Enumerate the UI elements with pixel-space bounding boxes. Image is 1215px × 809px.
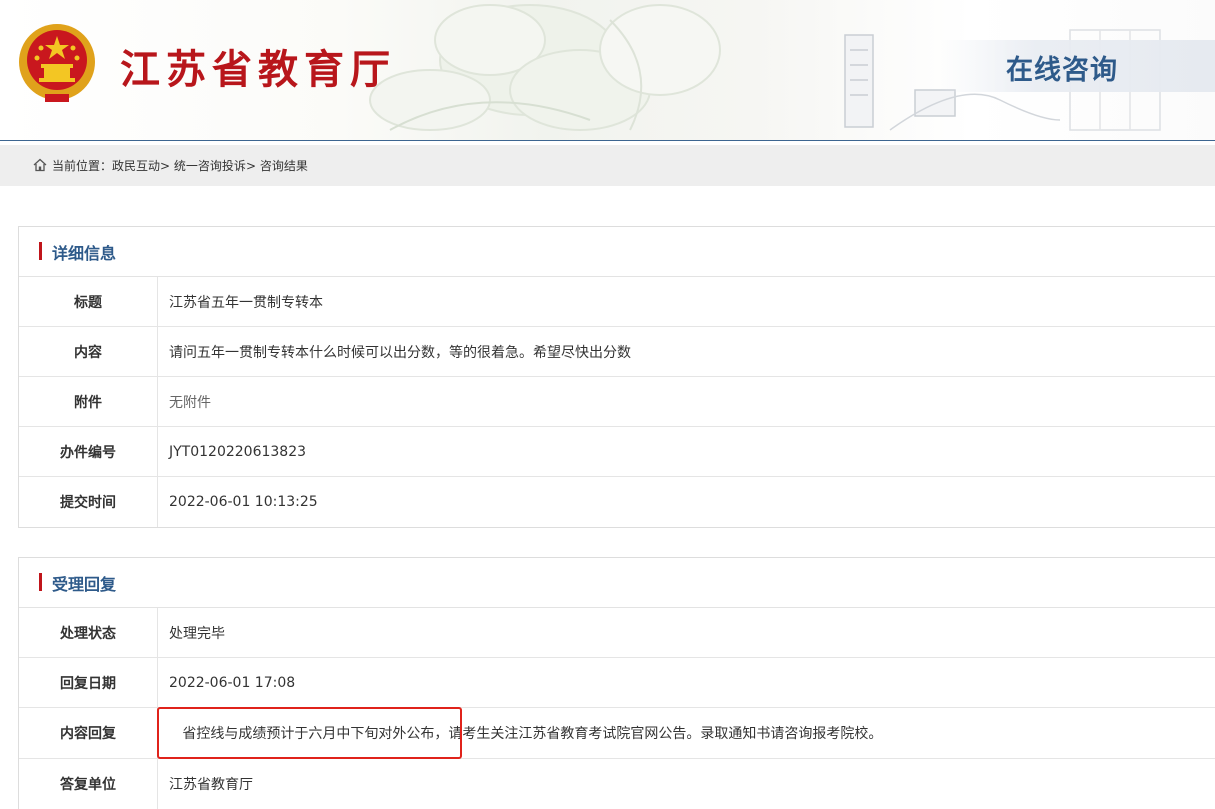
detail-row-content: 内容 请问五年一贯制专转本什么时候可以出分数，等的很着急。希望尽快出分数 (19, 327, 1215, 377)
reply-panel-header: 受理回复 (19, 558, 1215, 608)
detail-row-case-number: 办件编号 JYT0120220613823 (19, 427, 1215, 477)
row-label: 办件编号 (19, 427, 158, 476)
reply-panel-title: 受理回复 (52, 575, 117, 594)
reply-panel: 受理回复 处理状态 处理完毕 回复日期 2022-06-01 17:08 内容回… (18, 557, 1215, 809)
reply-row-date: 回复日期 2022-06-01 17:08 (19, 658, 1215, 708)
panel-accent-bar (39, 573, 42, 591)
breadcrumb: 当前位置：政民互动> 统一咨询投诉> 咨询结果 (0, 145, 1215, 186)
row-label: 内容回复 (19, 708, 158, 758)
reply-row-status: 处理状态 处理完毕 (19, 608, 1215, 658)
breadcrumb-item-consult[interactable]: 统一咨询投诉 (174, 159, 246, 173)
national-emblem-icon (19, 24, 95, 102)
reply-row-unit: 答复单位 江苏省教育厅 (19, 759, 1215, 809)
site-title: 江苏省教育厅 (120, 47, 396, 93)
row-value: 处理完毕 (169, 625, 225, 642)
detail-row-attachment: 附件 无附件 (19, 377, 1215, 427)
row-value: 2022-06-01 17:08 (169, 674, 296, 691)
detail-panel-title: 详细信息 (52, 244, 117, 263)
row-label: 附件 (19, 377, 158, 426)
breadcrumb-prefix: 当前位置： (52, 159, 113, 173)
panel-accent-bar (39, 242, 42, 260)
section-tag: 在线咨询 (940, 40, 1215, 92)
breadcrumb-trail: 当前位置：政民互动> 统一咨询投诉> 咨询结果 (52, 158, 308, 174)
row-label: 提交时间 (19, 477, 158, 527)
row-value: 无附件 (169, 394, 211, 411)
detail-panel: 详细信息 标题 江苏省五年一贯制专转本 内容 请问五年一贯制专转本什么时候可以出… (18, 226, 1215, 528)
detail-row-title: 标题 江苏省五年一贯制专转本 (19, 277, 1215, 327)
row-value: 请问五年一贯制专转本什么时候可以出分数，等的很着急。希望尽快出分数 (169, 344, 631, 361)
section-tag-label: 在线咨询 (1006, 55, 1118, 86)
breadcrumb-separator: > (160, 159, 171, 173)
row-value: JYT0120220613823 (169, 443, 307, 460)
row-value: 江苏省五年一贯制专转本 (169, 294, 323, 311)
breadcrumb-separator: > (245, 159, 256, 173)
row-value: 省控线与成绩预计于六月中下旬对外公布，请考生关注江苏省教育考试院官网公告。录取通… (169, 726, 883, 742)
row-label: 标题 (19, 277, 158, 326)
row-label: 答复单位 (19, 759, 158, 809)
breadcrumb-item-zhengmin[interactable]: 政民互动 (112, 159, 160, 173)
row-label: 内容 (19, 327, 158, 376)
row-label: 处理状态 (19, 608, 158, 657)
header-divider (0, 140, 1215, 141)
row-value: 江苏省教育厅 (169, 777, 253, 793)
breadcrumb-item-result[interactable]: 咨询结果 (260, 159, 308, 173)
flower-decoration (369, 4, 721, 131)
reply-row-content: 内容回复 省控线与成绩预计于六月中下旬对外公布，请考生关注江苏省教育考试院官网公… (19, 708, 1215, 759)
detail-row-submit-time: 提交时间 2022-06-01 10:13:25 (19, 477, 1215, 527)
site-header: 江苏省教育厅 在线咨询 (0, 0, 1215, 141)
detail-panel-header: 详细信息 (19, 227, 1215, 277)
row-label: 回复日期 (19, 658, 158, 707)
home-icon (33, 158, 47, 172)
row-value: 2022-06-01 10:13:25 (169, 494, 318, 510)
